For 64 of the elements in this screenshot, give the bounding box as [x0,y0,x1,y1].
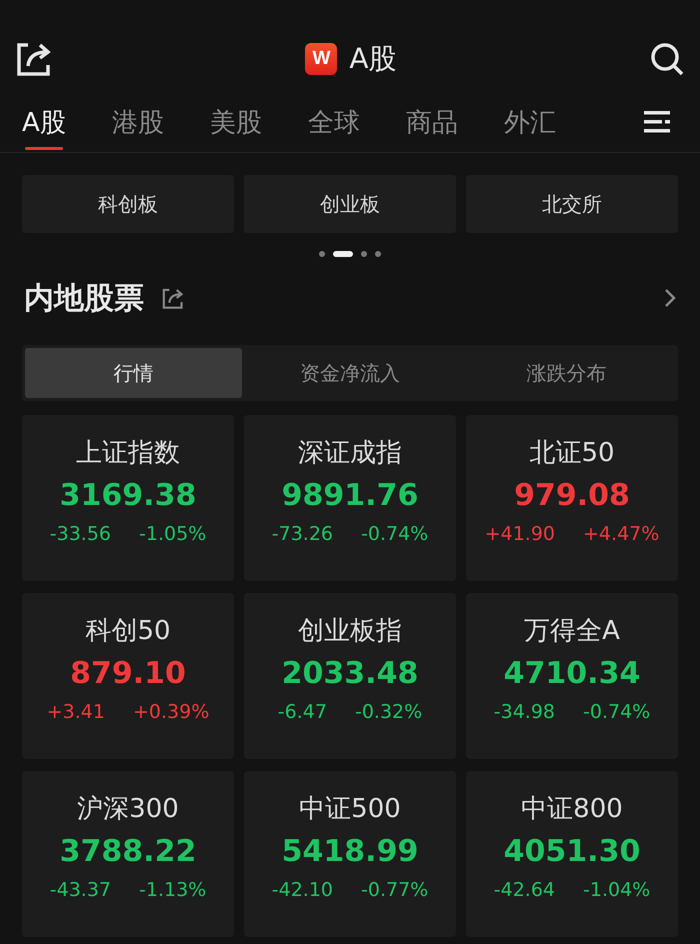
index-percent: -0.74% [361,523,428,545]
index-name: 科创50 [85,615,171,648]
index-change: -33.56 [50,523,112,545]
index-card[interactable]: 中证500 5418.99 -42.10 -0.77% [244,771,456,937]
index-change: -6.47 [278,701,327,723]
index-value: 9891.76 [282,478,418,513]
board-button[interactable]: 北交所 [466,175,678,233]
market-tab[interactable]: 美股 [210,92,262,152]
index-change: -42.64 [494,879,556,901]
index-card[interactable]: 中证800 4051.30 -42.64 -1.04% [466,771,678,937]
market-tab[interactable]: 港股 [112,92,164,152]
index-value: 2033.48 [282,656,418,691]
index-change: +41.90 [484,523,556,545]
index-card[interactable]: 沪深300 3788.22 -43.37 -1.13% [22,771,234,937]
index-name: 中证500 [299,793,401,826]
segment-tab[interactable]: 涨跌分布 [458,348,675,398]
index-percent: -1.13% [139,879,206,901]
market-tab[interactable]: 外汇 [504,92,556,152]
index-value: 3788.22 [60,834,196,869]
app-logo: W [305,43,338,75]
index-name: 万得全A [524,615,620,648]
index-percent: -0.77% [361,879,428,901]
index-name: 北证50 [529,437,615,470]
index-percent: -0.32% [354,701,422,723]
index-name: 创业板指 [298,615,402,648]
index-name: 中证800 [521,793,623,826]
index-card[interactable]: 上证指数 3169.38 -33.56 -1.05% [22,415,234,581]
index-name: 上证指数 [76,437,180,470]
index-name: 深证成指 [298,437,402,470]
index-value: 5418.99 [282,834,418,869]
index-value: 879.10 [70,656,186,691]
index-card[interactable]: 科创50 879.10 +3.41 +0.39% [22,593,234,759]
index-percent: -1.04% [583,879,650,901]
search-icon[interactable] [650,42,684,76]
share-icon[interactable] [16,42,52,76]
page-title: A股 [349,41,397,77]
market-tab[interactable]: 全球 [308,92,360,152]
market-tab[interactable]: 商品 [406,92,458,152]
segment-tab[interactable]: 行情 [25,348,242,398]
index-change: -43.37 [50,879,112,901]
index-value: 4051.30 [504,834,640,869]
section-title: 内地股票 [24,280,144,318]
index-change: -73.26 [272,523,334,545]
board-button[interactable]: 创业板 [244,175,456,233]
index-change: -34.98 [494,701,556,723]
index-card[interactable]: 创业板指 2033.48 -6.47 -0.32% [244,593,456,759]
segment-tab[interactable]: 资金净流入 [242,348,458,398]
board-button[interactable]: 科创板 [22,175,234,233]
index-percent: -1.05% [139,523,206,545]
index-name: 沪深300 [77,793,179,826]
index-change: +3.41 [46,701,105,723]
chevron-right-icon[interactable] [664,288,676,308]
menu-icon[interactable] [644,111,670,133]
index-change: -42.10 [272,879,334,901]
market-tab[interactable]: A股 [22,92,66,152]
index-value: 3169.38 [60,478,196,513]
index-card[interactable]: 北证50 979.08 +41.90 +4.47% [466,415,678,581]
index-card[interactable]: 深证成指 9891.76 -73.26 -0.74% [244,415,456,581]
index-card[interactable]: 万得全A 4710.34 -34.98 -0.74% [466,593,678,759]
index-value: 4710.34 [504,656,640,691]
index-percent: -0.74% [583,701,650,723]
index-percent: +0.39% [132,701,210,723]
index-percent: +4.47% [583,523,660,545]
index-value: 979.08 [514,478,630,513]
